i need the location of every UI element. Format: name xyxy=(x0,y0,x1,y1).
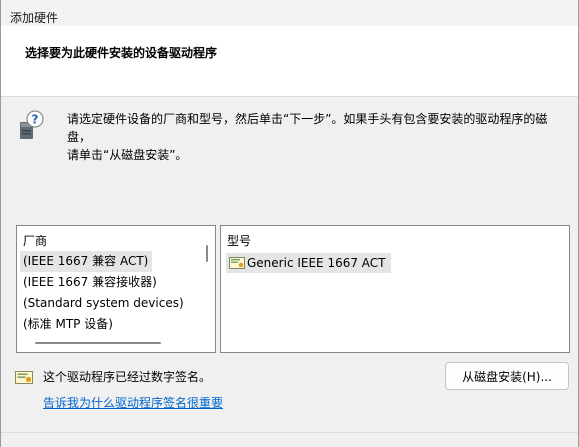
signature-status: 这个驱动程序已经过数字签名。 xyxy=(15,368,211,385)
manufacturer-item[interactable]: (IEEE 1667 兼容 ACT) xyxy=(20,251,153,272)
manufacturer-item[interactable]: (标准 MTP 设备) xyxy=(20,314,117,335)
instruction-line-1: 请选定硬件设备的厂商和型号，然后单击“下一步”。如果手头有包含要安装的驱动程序的… xyxy=(67,112,548,144)
manufacturer-item[interactable]: (IEEE 1667 兼容接收器) xyxy=(20,272,161,293)
vertical-scrollbar[interactable] xyxy=(206,245,208,262)
footer-divider xyxy=(1,432,578,433)
instruction-text: 请选定硬件设备的厂商和型号，然后单击“下一步”。如果手头有包含要安装的驱动程序的… xyxy=(67,110,567,164)
svg-text:?: ? xyxy=(32,113,39,127)
driver-signing-link[interactable]: 告诉我为什么驱动程序签名很重要 xyxy=(43,394,223,411)
model-list[interactable]: 型号 Generic IEEE 1667 ACT xyxy=(220,225,570,353)
header-band: 选择要为此硬件安装的设备驱动程序 xyxy=(1,26,578,97)
model-item-label: Generic IEEE 1667 ACT xyxy=(247,256,386,270)
title-bar: 添加硬件 xyxy=(1,0,578,26)
manufacturer-list[interactable]: 厂商 (IEEE 1667 兼容 ACT) (IEEE 1667 兼容接收器) … xyxy=(16,225,216,353)
add-hardware-dialog: 添加硬件 选择要为此硬件安装的设备驱动程序 ? 请选定硬件设备的厂商和型号，然后… xyxy=(0,0,579,447)
manufacturer-item[interactable]: (Standard system devices) xyxy=(20,293,188,314)
hardware-question-icon: ? xyxy=(20,110,44,139)
have-disk-button[interactable]: 从磁盘安装(H)... xyxy=(445,362,569,390)
certificate-icon xyxy=(15,370,33,384)
header-title: 选择要为此硬件安装的设备驱动程序 xyxy=(25,46,218,60)
model-list-header: 型号 xyxy=(227,234,252,248)
certificate-icon xyxy=(229,257,245,269)
signature-text: 这个驱动程序已经过数字签名。 xyxy=(43,370,212,384)
model-item[interactable]: Generic IEEE 1667 ACT xyxy=(226,253,391,273)
window-title: 添加硬件 xyxy=(10,11,59,25)
instruction-line-2: 请单击“从磁盘安装”。 xyxy=(67,148,188,162)
horizontal-scrollbar[interactable] xyxy=(35,342,161,344)
manufacturer-list-header: 厂商 xyxy=(23,234,48,248)
